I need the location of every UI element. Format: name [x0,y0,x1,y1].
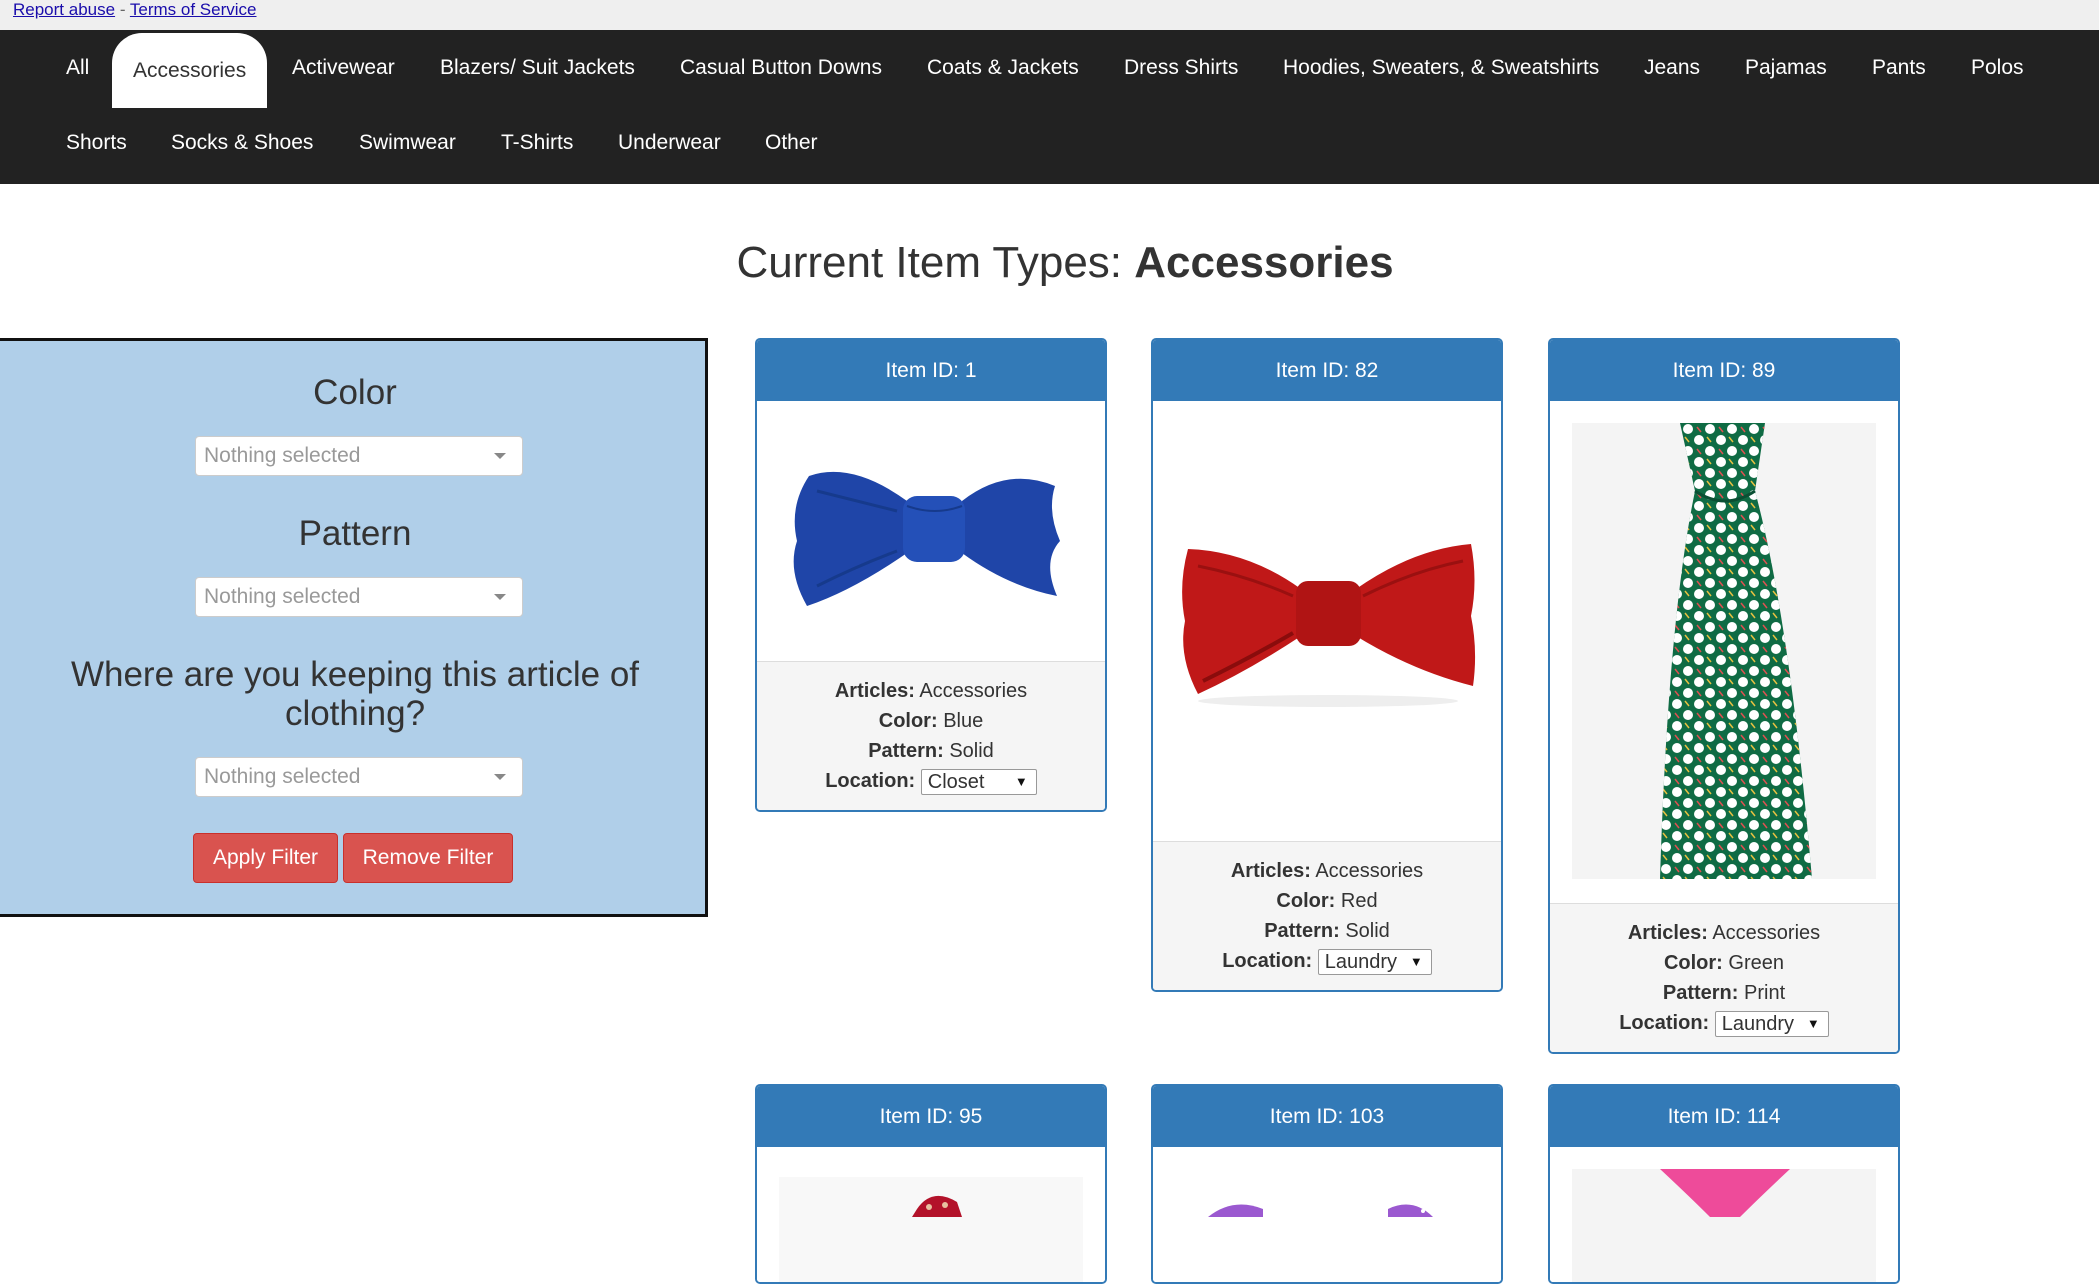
tab-activewear[interactable]: Activewear [271,30,416,105]
tab-accessories[interactable]: Accessories [112,33,268,108]
tab-t-shirts[interactable]: T-Shirts [480,105,594,180]
terms-of-service-link[interactable]: Terms of Service [130,0,257,19]
location-value: Laundry [1721,1012,1795,1035]
green-polka-dot-necktie-icon [1572,423,1876,879]
color-value: Blue [943,710,984,732]
filter-panel: Color Nothing selected Pattern Nothing s… [0,338,708,917]
item-card-header: Item ID: 82 [1153,340,1501,401]
item-card-header: Item ID: 1 [757,340,1105,401]
location-select[interactable]: Nothing selected [195,757,523,797]
item-card: Item ID: 89 Articles: Accessories Color:… [1548,338,1900,1054]
category-navbar: All Accessories Activewear Blazers/ Suit… [0,30,2099,184]
location-select-value: Nothing selected [204,765,361,788]
item-image[interactable] [757,401,1105,661]
item-image[interactable] [1153,401,1501,841]
link-separator: - [119,0,126,19]
tab-swimwear[interactable]: Swimwear [338,105,477,180]
color-select[interactable]: Nothing selected [195,436,523,476]
pattern-filter-label: Pattern [298,514,412,553]
location-dropdown[interactable]: Laundry ▼ [1714,1010,1829,1037]
apply-filter-button[interactable]: Apply Filter [193,833,338,883]
location-dropdown[interactable]: Closet ▼ [920,768,1037,795]
location-dropdown[interactable]: Laundry ▼ [1317,948,1432,975]
pattern-value: Solid [949,740,994,762]
item-card: Item ID: 114 [1548,1084,1900,1284]
item-details: Articles: Accessories Color: Red Pattern… [1153,841,1501,990]
color-label: Color: [1663,952,1723,974]
item-details: Articles: Accessories Color: Green Patte… [1550,903,1898,1052]
chevron-down-icon [494,453,506,459]
chevron-down-icon [494,594,506,600]
location-label: Location: [825,770,916,792]
page-title-category: Accessories [1134,238,1394,287]
articles-value: Accessories [1315,860,1424,882]
color-filter-label: Color [313,373,397,412]
pattern-select[interactable]: Nothing selected [195,577,523,617]
page-title-prefix: Current Item Types: [736,238,1135,287]
color-label: Color: [878,710,938,732]
dropdown-arrow-icon: ▼ [1014,773,1028,789]
location-filter-label: Where are you keeping this article of cl… [70,655,640,733]
color-value: Green [1728,952,1785,974]
item-image[interactable] [1550,401,1898,903]
blue-bow-tie-icon [793,471,1060,606]
pattern-select-value: Nothing selected [204,585,361,608]
articles-label: Articles: [1627,922,1708,944]
color-select-value: Nothing selected [204,444,361,467]
color-label: Color: [1276,890,1336,912]
item-card: Item ID: 103 [1151,1084,1503,1284]
item-details: Articles: Accessories Color: Blue Patter… [757,661,1105,810]
page-title: Current Item Types: Accessories [0,238,2099,288]
articles-value: Accessories [1712,922,1821,944]
tab-socks-shoes[interactable]: Socks & Shoes [150,105,334,180]
tab-casual-button-downs[interactable]: Casual Button Downs [659,30,903,105]
location-label: Location: [1222,950,1313,972]
tab-polos[interactable]: Polos [1950,30,2045,105]
tab-all[interactable]: All [45,30,110,105]
item-card: Item ID: 1 Articles: Accessories Color: … [755,338,1107,812]
item-card-header: Item ID: 89 [1550,340,1898,401]
dropdown-arrow-icon: ▼ [1806,1015,1820,1031]
chevron-down-icon [494,774,506,780]
item-card-header: Item ID: 114 [1550,1086,1898,1147]
pattern-value: Print [1744,982,1786,1004]
articles-label: Articles: [834,680,915,702]
top-links-bar: Report abuse - Terms of Service [0,0,2099,30]
tab-coats-jackets[interactable]: Coats & Jackets [906,30,1100,105]
color-value: Red [1340,890,1378,912]
tab-jeans[interactable]: Jeans [1623,30,1721,105]
item-card-header: Item ID: 95 [757,1086,1105,1147]
articles-label: Articles: [1230,860,1311,882]
location-value: Laundry [1324,950,1398,973]
pattern-label: Pattern: [1264,920,1340,942]
tab-dress-shirts[interactable]: Dress Shirts [1103,30,1259,105]
report-abuse-link[interactable]: Report abuse [13,0,115,19]
red-bow-tie-icon [1182,544,1476,707]
item-card: Item ID: 82 Articles: Accessories Color:… [1151,338,1503,992]
tab-pajamas[interactable]: Pajamas [1724,30,1848,105]
pattern-label: Pattern: [868,740,944,762]
tab-blazers-suit-jackets[interactable]: Blazers/ Suit Jackets [419,30,656,105]
tab-hoodies-sweaters-sweatshirts[interactable]: Hoodies, Sweaters, & Sweatshirts [1262,30,1620,105]
pattern-label: Pattern: [1662,982,1739,1004]
tab-other[interactable]: Other [744,105,839,180]
tab-shorts[interactable]: Shorts [45,105,148,180]
location-label: Location: [1619,1012,1710,1034]
location-value: Closet [927,770,985,793]
tab-underwear[interactable]: Underwear [597,105,742,180]
remove-filter-button[interactable]: Remove Filter [343,833,513,883]
item-card: Item ID: 95 [755,1084,1107,1284]
dropdown-arrow-icon: ▼ [1409,953,1423,969]
tab-pants[interactable]: Pants [1851,30,1947,105]
articles-value: Accessories [919,680,1028,702]
item-card-header: Item ID: 103 [1153,1086,1501,1147]
pattern-value: Solid [1345,920,1390,942]
